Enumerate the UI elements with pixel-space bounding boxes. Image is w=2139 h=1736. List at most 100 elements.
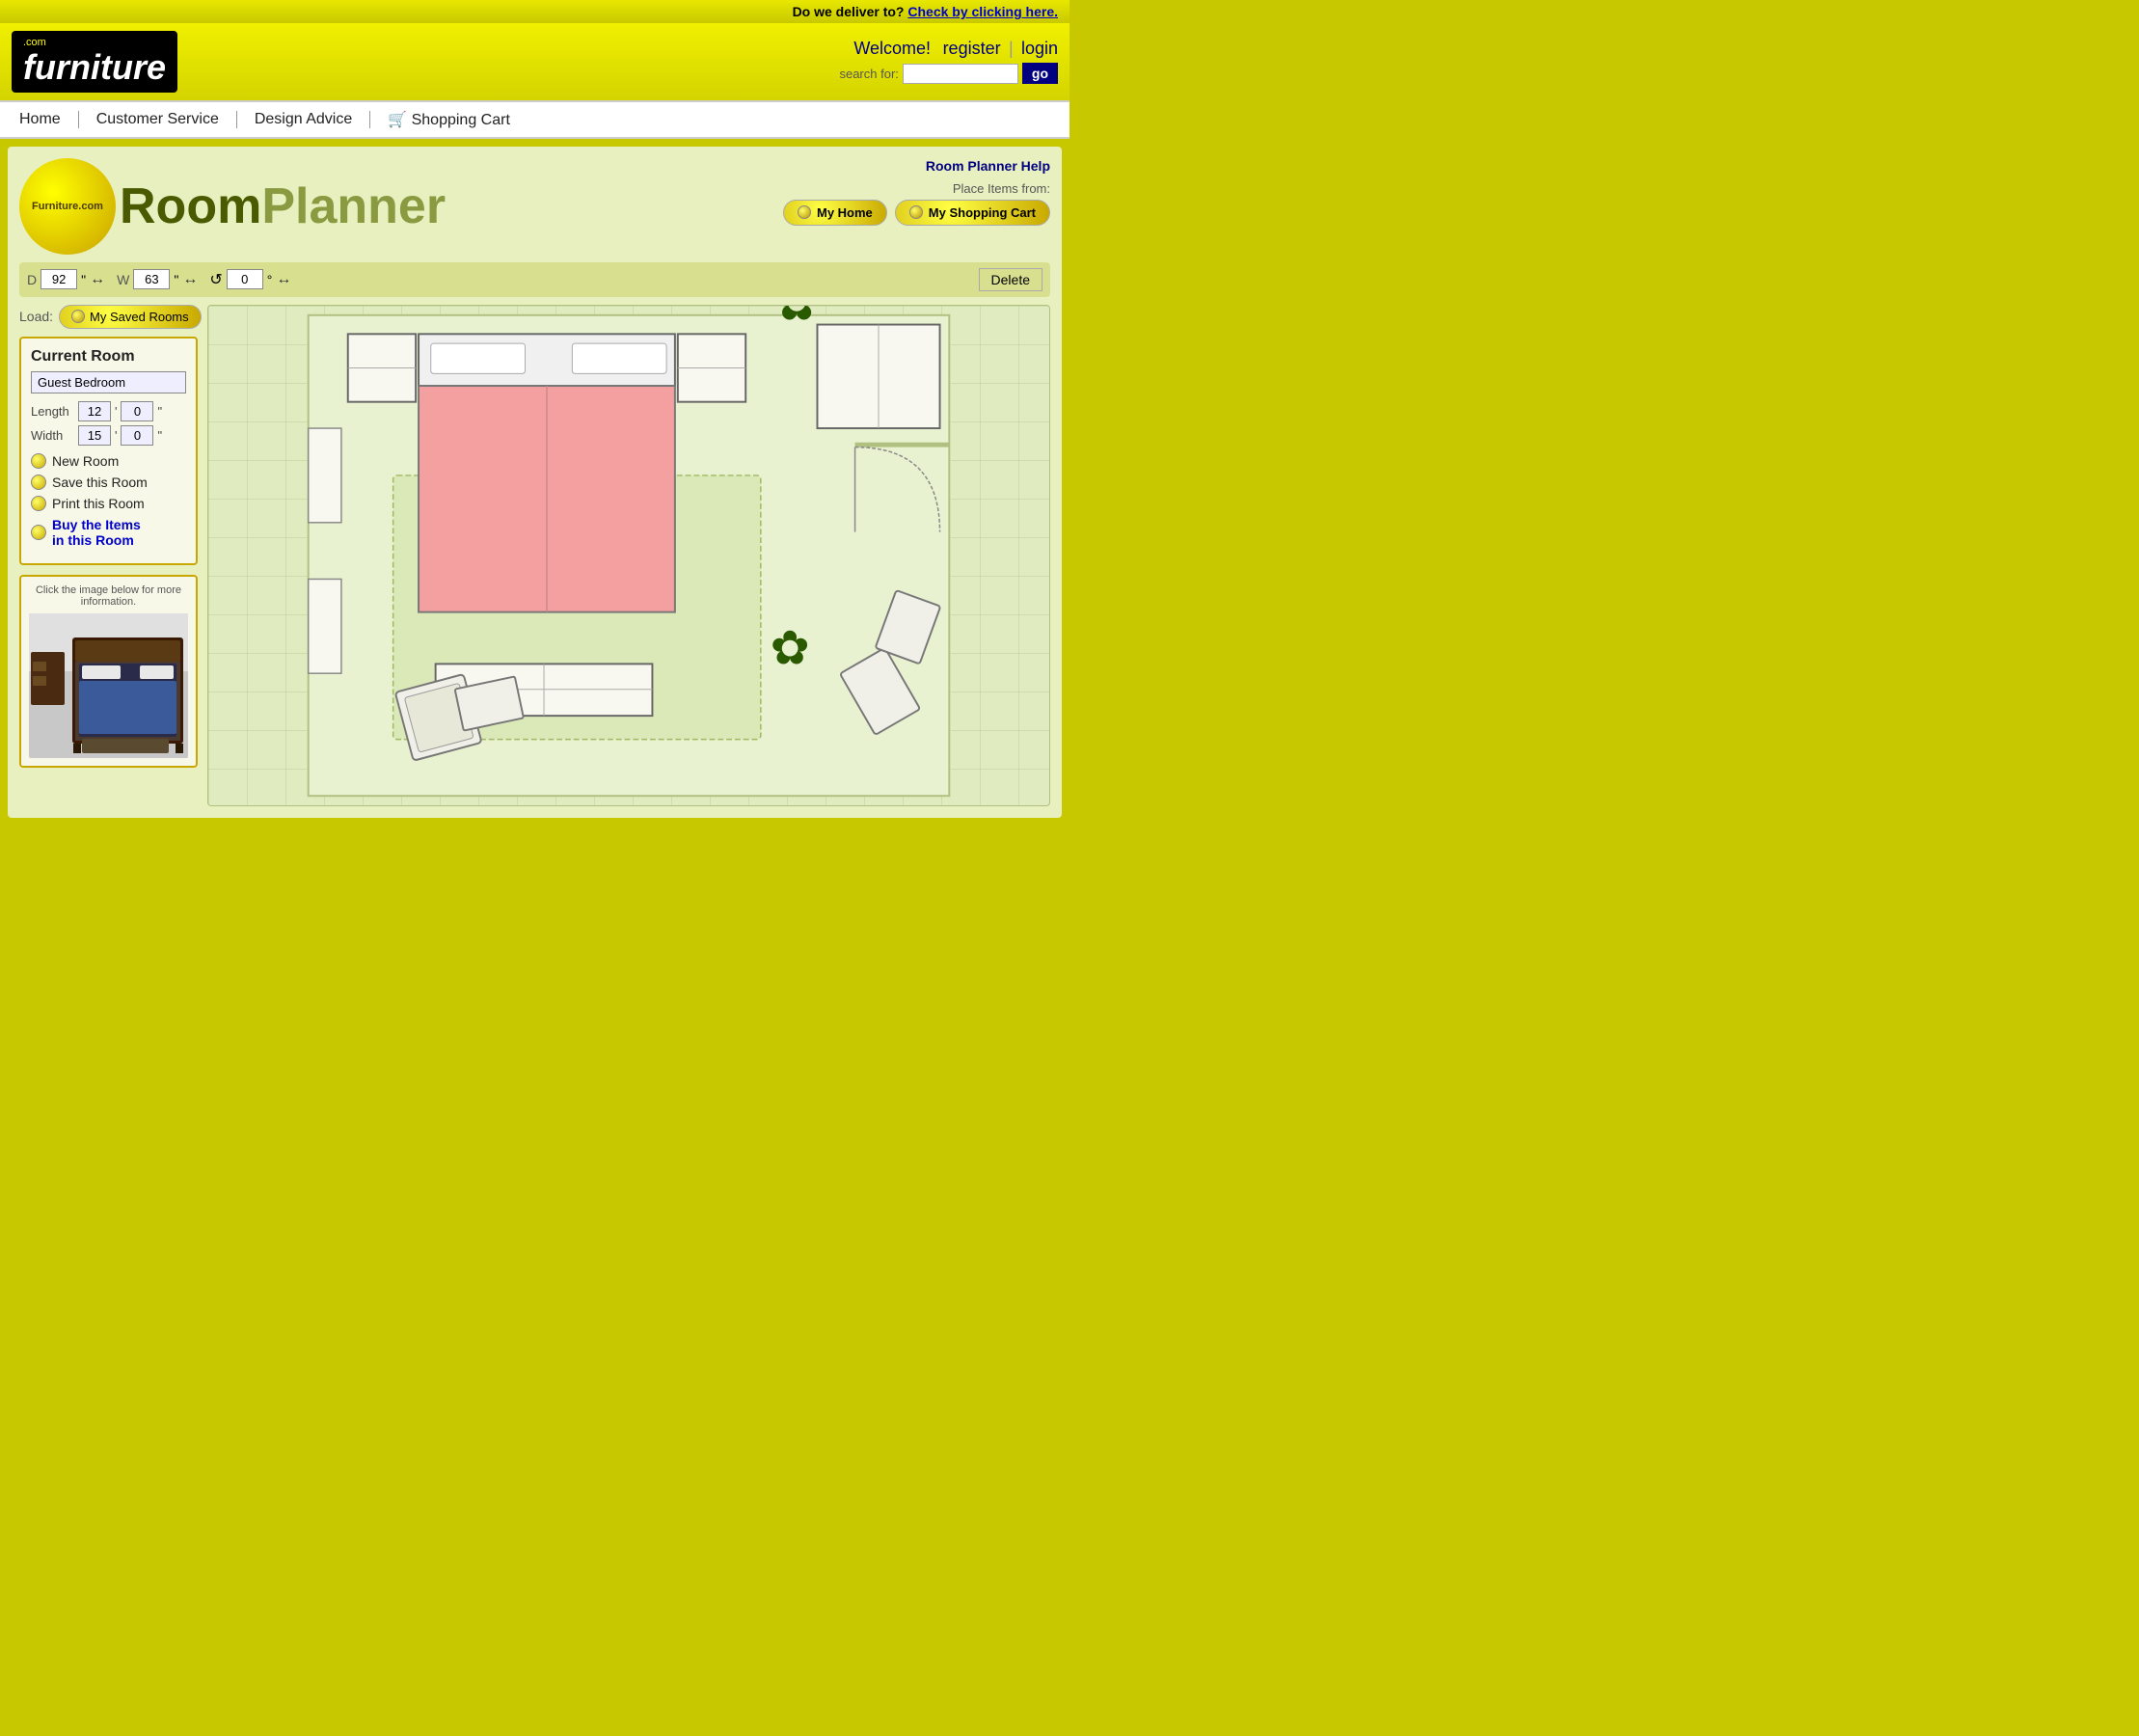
new-room-label: New Room [52,453,119,469]
planner-logo-site: Furniture.com [32,201,103,212]
saved-rooms-dot [71,310,85,323]
delivery-text: Do we deliver to? [793,4,905,19]
depth-input[interactable] [41,269,77,289]
welcome-text: Welcome! [853,39,931,58]
site-header: .com furniture Welcome! register | login… [0,23,1070,100]
save-room-label: Save this Room [52,475,148,490]
rotate-unit: ° [267,272,273,287]
save-room-action[interactable]: Save this Room [31,475,186,490]
load-label: Load: [19,309,53,324]
go-button[interactable]: go [1022,63,1058,84]
print-room-action[interactable]: Print this Room [31,496,186,511]
planner-logo-text: RoomPlanner [120,177,446,235]
length-label: Length [31,404,74,419]
buy-items-dot [31,525,46,540]
cart-icon: 🛒 [388,112,407,128]
footer-bar [0,826,1070,874]
planner-planner-text: Planner [261,178,446,234]
save-room-dot [31,475,46,490]
delete-button[interactable]: Delete [979,268,1042,291]
buy-items-action[interactable]: Buy the Itemsin this Room [31,517,186,548]
place-buttons: My Home My Shopping Cart [783,200,1050,226]
preview-image[interactable] [29,613,188,758]
search-input[interactable] [903,64,1018,84]
my-home-dot [798,205,811,219]
nav-shopping-cart[interactable]: 🛒 Shopping Cart [370,110,528,129]
preview-note: Click the image below for more informati… [29,584,188,608]
header-right: Welcome! register | login search for: go [839,39,1058,84]
rotate-control: ↺ ° ↔ [209,269,291,289]
length-ft-sep: ' [115,404,117,419]
svg-text:✿: ✿ [771,622,810,674]
width-unit: " [174,272,178,287]
width-room-label: Width [31,428,74,443]
buy-items-label: Buy the Itemsin this Room [52,517,141,548]
room-actions: New Room Save this Room Print this Room … [31,453,186,548]
place-items: Place Items from: My Home My Shopping Ca… [783,181,1050,226]
depth-label: D [27,272,37,287]
delivery-bar: Do we deliver to? Check by clicking here… [0,0,1070,23]
depth-control: D " ↔ [27,269,105,289]
planner-right: Room Planner Help Place Items from: My H… [783,158,1050,226]
left-panel: Load: My Saved Rooms Current Room Length… [19,305,198,806]
new-room-action[interactable]: New Room [31,453,186,469]
width-input[interactable] [133,269,170,289]
width-arrows: ↔ [182,271,198,288]
controls-row: D " ↔ W " ↔ ↺ ° ↔ Delete [19,262,1050,297]
search-label: search for: [839,67,898,81]
width-row: Width ' " [31,425,186,446]
site-logo: .com furniture [12,31,177,93]
width-in-input[interactable] [121,425,153,446]
width-control: W " ↔ [117,269,198,289]
room-svg: ✿ ✿ [208,306,1049,805]
print-room-dot [31,496,46,511]
login-link[interactable]: login [1021,39,1058,58]
current-room-title: Current Room [31,348,186,366]
width-ft-input[interactable] [78,425,111,446]
register-link[interactable]: register [943,39,1001,58]
shopping-cart-dot [909,205,923,219]
length-row: Length ' " [31,401,186,421]
new-room-dot [31,453,46,469]
current-room-box: Current Room Length ' " Width ' " [19,337,198,565]
room-name-input[interactable] [31,371,186,393]
planner-logo: Furniture.com RoomPlanner [19,158,446,255]
saved-rooms-button[interactable]: My Saved Rooms [59,305,202,329]
rotate-input[interactable] [227,269,263,289]
planner-header: Furniture.com RoomPlanner Room Planner H… [19,158,1050,255]
search-line: search for: go [839,63,1058,84]
main-content: Furniture.com RoomPlanner Room Planner H… [8,147,1062,818]
length-in-sep: " [157,404,162,419]
length-ft-input[interactable] [78,401,111,421]
preview-box: Click the image below for more informati… [19,575,198,768]
width-ft-sep: ' [115,428,117,443]
navbar: Home Customer Service Design Advice 🛒 Sh… [0,100,1070,139]
nav-design-advice[interactable]: Design Advice [237,111,370,128]
planner-logo-circle: Furniture.com [19,158,116,255]
bed-preview-svg [29,613,188,758]
rotate-icon: ↺ [209,270,222,289]
delivery-link[interactable]: Check by clicking here. [907,4,1058,19]
planner-help-link[interactable]: Room Planner Help [783,158,1050,174]
nav-customer-service[interactable]: Customer Service [79,111,237,128]
print-room-label: Print this Room [52,496,145,511]
separator: | [1009,39,1014,58]
welcome-line: Welcome! register | login [839,39,1058,59]
room-canvas[interactable]: ✿ ✿ [207,305,1050,806]
logo-furniture: furniture [23,47,166,87]
nav-home[interactable]: Home [19,111,79,128]
rotate-arrows: ↔ [276,271,291,288]
width-label: W [117,272,129,287]
length-in-input[interactable] [121,401,153,421]
planner-room-text: Room [120,178,261,234]
logo-box: .com furniture [12,31,177,93]
depth-unit: " [81,272,86,287]
two-col-layout: Load: My Saved Rooms Current Room Length… [19,305,1050,806]
svg-text:✿: ✿ [774,306,818,332]
width-in-sep: " [157,428,162,443]
depth-arrows: ↔ [90,271,105,288]
load-section: Load: My Saved Rooms [19,305,198,329]
place-items-label: Place Items from: [783,181,1050,196]
my-shopping-cart-button[interactable]: My Shopping Cart [895,200,1050,226]
my-home-button[interactable]: My Home [783,200,887,226]
